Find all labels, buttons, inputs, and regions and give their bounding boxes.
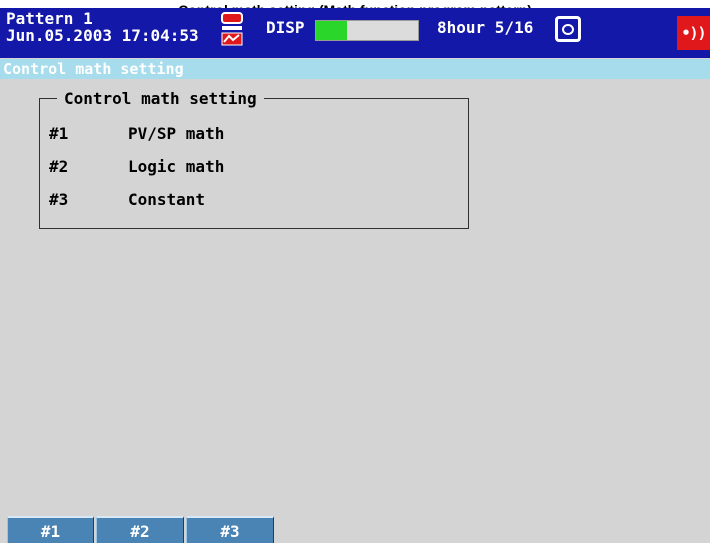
softkey-2[interactable]: #2 <box>96 516 184 543</box>
memory-usage-fill <box>316 21 347 40</box>
menu-item-pv-sp-math[interactable]: #1 PV/SP math <box>40 124 340 148</box>
menu-item-label: Constant <box>128 190 206 209</box>
alarm-icon: •)) <box>677 16 710 50</box>
softkey-bar: #1 #2 #3 <box>0 516 710 543</box>
softkey-3[interactable]: #3 <box>186 516 274 543</box>
menu-group-title: Control math setting <box>57 90 264 108</box>
status-bar: Pattern 1 Jun.05.2003 17:04:53 DISP 8hou… <box>0 8 710 58</box>
disp-label: DISP <box>266 18 305 37</box>
softkey-1[interactable]: #1 <box>7 516 94 543</box>
menu-item-number: #1 <box>49 124 69 143</box>
memory-usage-bar <box>315 20 419 41</box>
screen-title: Control math setting <box>0 59 710 79</box>
menu-item-number: #2 <box>49 157 69 176</box>
menu-item-number: #3 <box>49 190 69 209</box>
camera-icon <box>555 16 581 42</box>
menu-item-label: PV/SP math <box>128 124 225 143</box>
menu-item-logic-math[interactable]: #2 Logic math <box>40 157 340 181</box>
menu-item-constant[interactable]: #3 Constant <box>40 190 340 214</box>
camera-lens <box>562 24 574 35</box>
period-label: 8hour 5/16 <box>437 18 534 37</box>
chart-icon <box>221 12 243 46</box>
datetime: Jun.05.2003 17:04:53 <box>6 26 199 45</box>
menu-item-label: Logic math <box>128 157 225 176</box>
menu-group: Control math setting #1 PV/SP math #2 Lo… <box>39 90 469 229</box>
recorder-screen: Pattern 1 Jun.05.2003 17:04:53 DISP 8hou… <box>0 8 710 543</box>
